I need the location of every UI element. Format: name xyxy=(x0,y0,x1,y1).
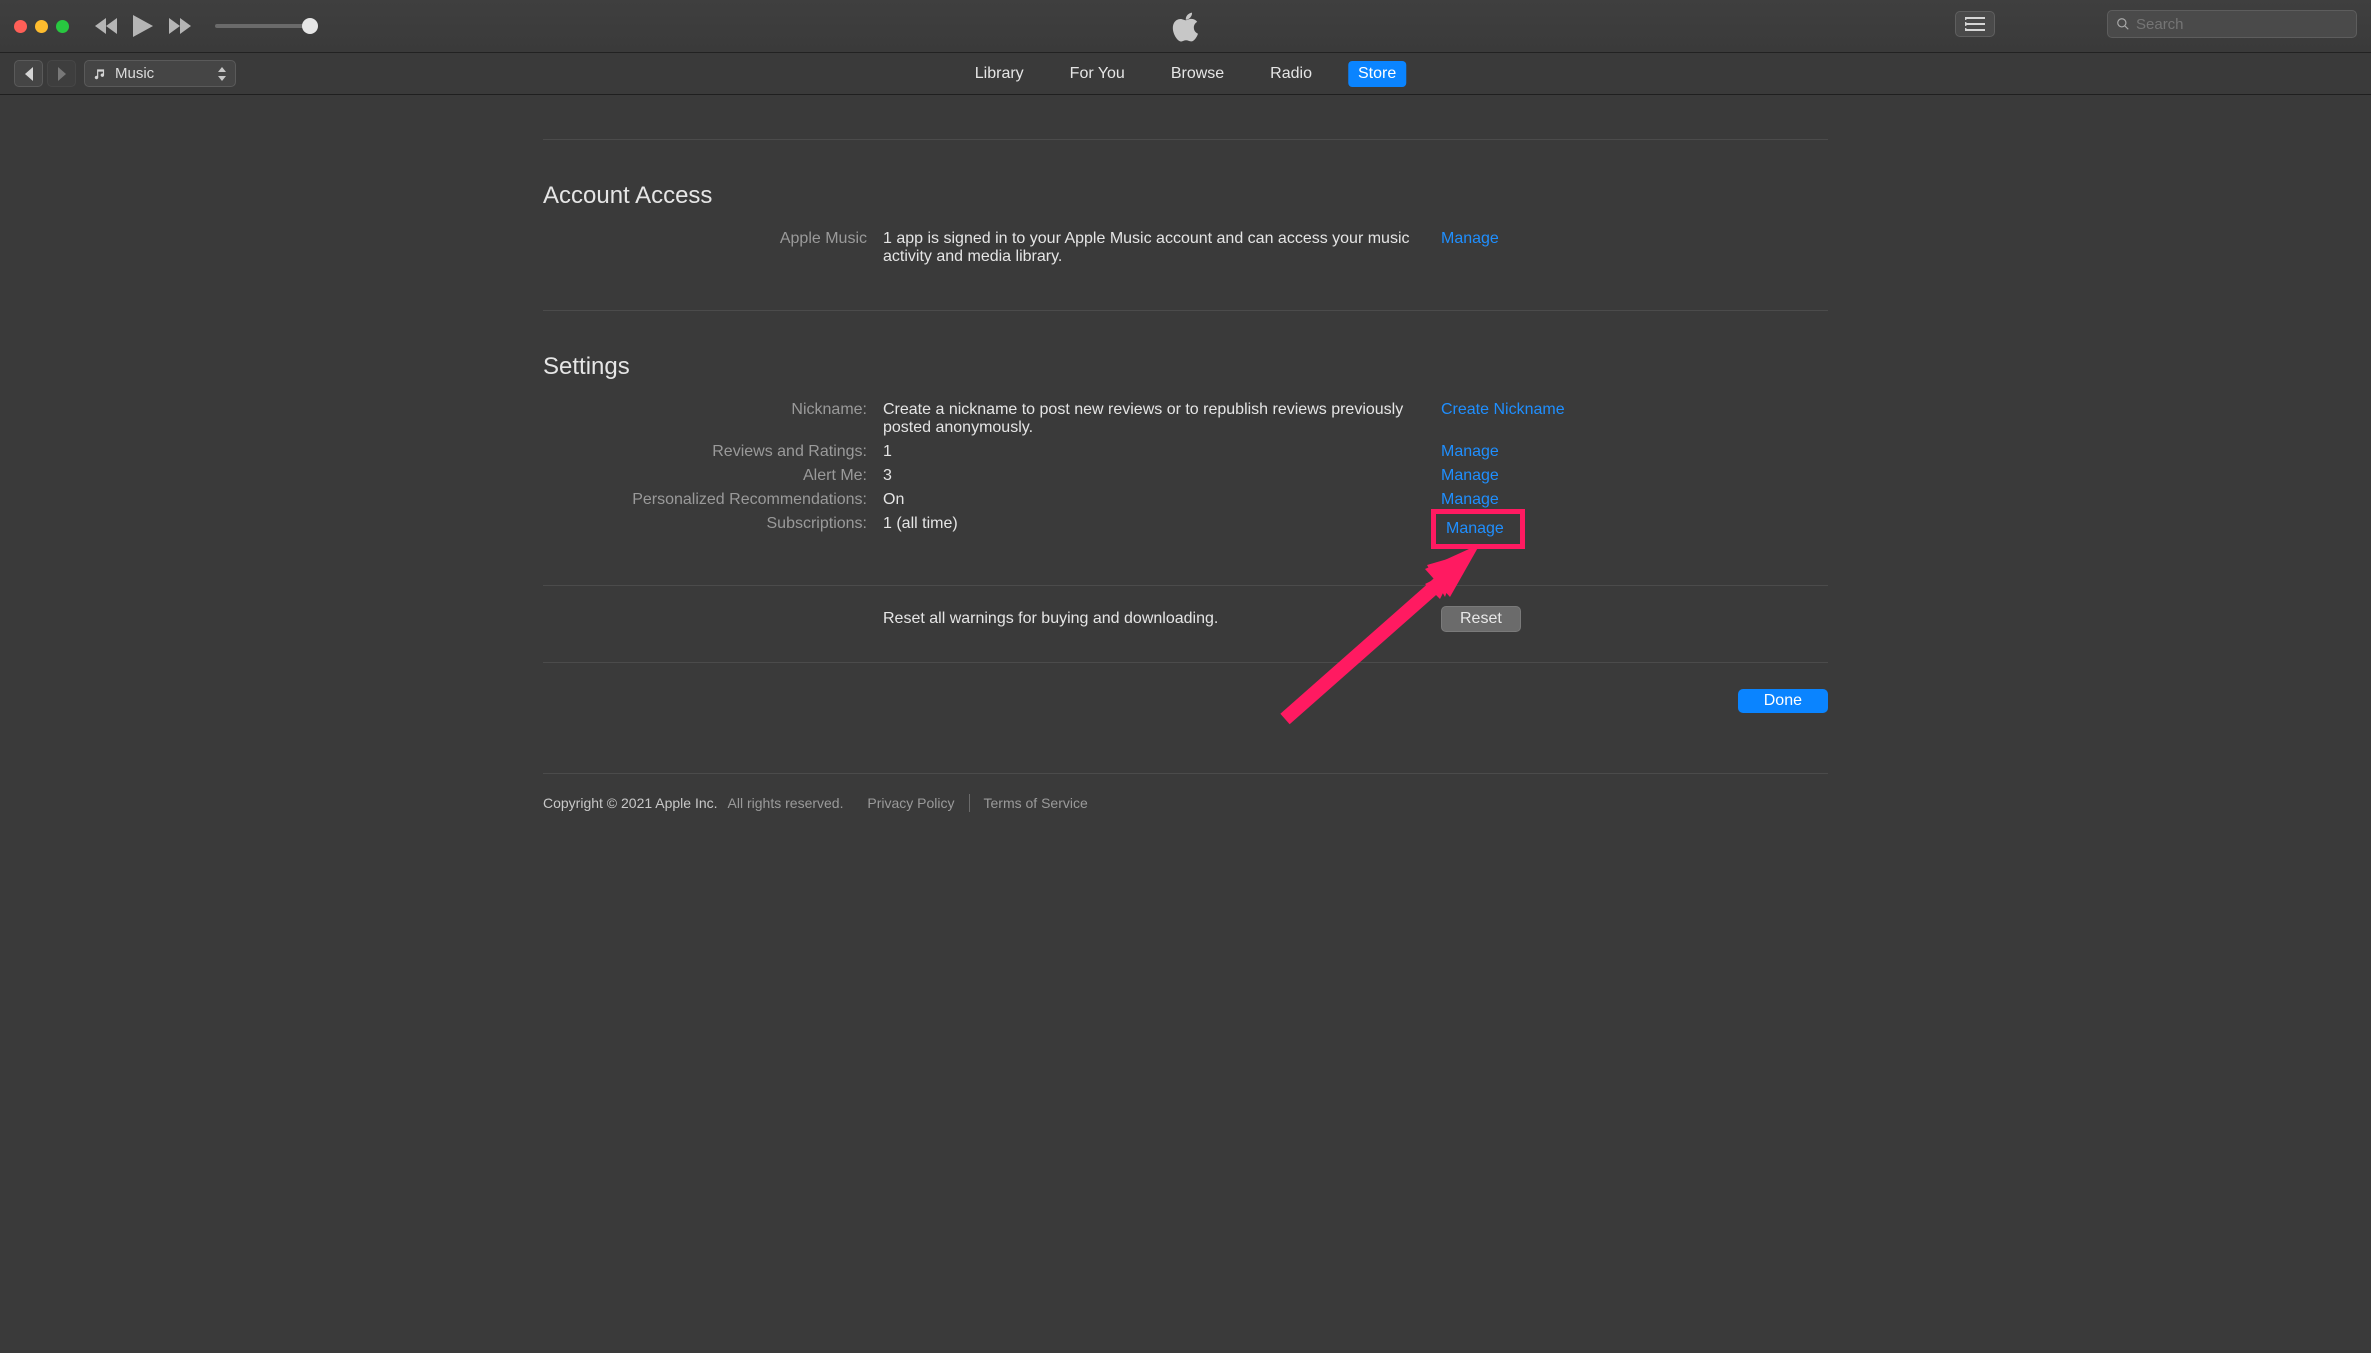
nav-bar: Music Library For You Browse Radio Store xyxy=(0,53,2371,95)
alert-me-value: 3 xyxy=(883,467,1423,485)
reviews-manage-link[interactable]: Manage xyxy=(1441,443,1499,460)
settings-heading: Settings xyxy=(543,353,1828,381)
subscriptions-manage-link[interactable]: Manage xyxy=(1446,520,1504,537)
tab-store[interactable]: Store xyxy=(1348,61,1406,87)
alert-me-label: Alert Me: xyxy=(543,467,883,485)
personalized-recommendations-manage-link[interactable]: Manage xyxy=(1441,491,1499,508)
create-nickname-link[interactable]: Create Nickname xyxy=(1441,401,1565,418)
media-type-label: Music xyxy=(115,65,209,82)
fullscreen-window-button[interactable] xyxy=(56,20,69,33)
footer: Copyright © 2021 Apple Inc. All rights r… xyxy=(543,794,1828,812)
annotation-highlight-box: Manage xyxy=(1431,509,1525,549)
tab-radio[interactable]: Radio xyxy=(1260,61,1322,87)
search-field[interactable] xyxy=(2107,10,2357,38)
footer-copyright: Copyright © 2021 Apple Inc. xyxy=(543,795,718,811)
reset-warnings-description: Reset all warnings for buying and downlo… xyxy=(883,610,1423,628)
personalized-recommendations-value: On xyxy=(883,491,1423,509)
reviews-label: Reviews and Ratings: xyxy=(543,443,883,461)
window-traffic-lights xyxy=(14,20,69,33)
apple-music-manage-link[interactable]: Manage xyxy=(1441,230,1499,247)
forward-button[interactable] xyxy=(47,60,76,87)
updown-chevron-icon xyxy=(217,67,227,81)
up-next-list-button[interactable] xyxy=(1955,11,1995,37)
terms-of-service-link[interactable]: Terms of Service xyxy=(984,795,1088,811)
nickname-description: Create a nickname to post new reviews or… xyxy=(883,401,1423,437)
personalized-recommendations-label: Personalized Recommendations: xyxy=(543,491,883,509)
volume-slider[interactable] xyxy=(215,24,310,28)
subscriptions-value: 1 (all time) xyxy=(883,515,1423,533)
account-access-heading: Account Access xyxy=(543,182,1828,210)
back-button[interactable] xyxy=(14,60,43,87)
music-note-icon xyxy=(93,67,107,81)
minimize-window-button[interactable] xyxy=(35,20,48,33)
footer-rights: All rights reserved. xyxy=(728,795,844,811)
title-bar xyxy=(0,0,2371,53)
play-button[interactable] xyxy=(133,15,153,37)
alert-me-manage-link[interactable]: Manage xyxy=(1441,467,1499,484)
previous-track-button[interactable] xyxy=(95,18,117,34)
close-window-button[interactable] xyxy=(14,20,27,33)
subscriptions-label: Subscriptions: xyxy=(543,515,883,533)
reset-button[interactable]: Reset xyxy=(1441,606,1521,632)
playback-controls xyxy=(95,15,310,37)
search-icon xyxy=(2116,17,2130,31)
reviews-value: 1 xyxy=(883,443,1423,461)
search-input[interactable] xyxy=(2136,16,2348,33)
nickname-label: Nickname: xyxy=(543,401,883,419)
store-tabs: Library For You Browse Radio Store xyxy=(965,61,1406,87)
next-track-button[interactable] xyxy=(169,18,191,34)
apple-music-label: Apple Music xyxy=(543,230,883,248)
apple-music-description: 1 app is signed in to your Apple Music a… xyxy=(883,230,1423,266)
apple-logo-icon xyxy=(1171,10,1201,44)
media-type-selector[interactable]: Music xyxy=(84,60,236,87)
done-button[interactable]: Done xyxy=(1738,689,1828,713)
privacy-policy-link[interactable]: Privacy Policy xyxy=(867,795,954,811)
tab-library[interactable]: Library xyxy=(965,61,1034,87)
tab-browse[interactable]: Browse xyxy=(1161,61,1234,87)
tab-for-you[interactable]: For You xyxy=(1060,61,1135,87)
